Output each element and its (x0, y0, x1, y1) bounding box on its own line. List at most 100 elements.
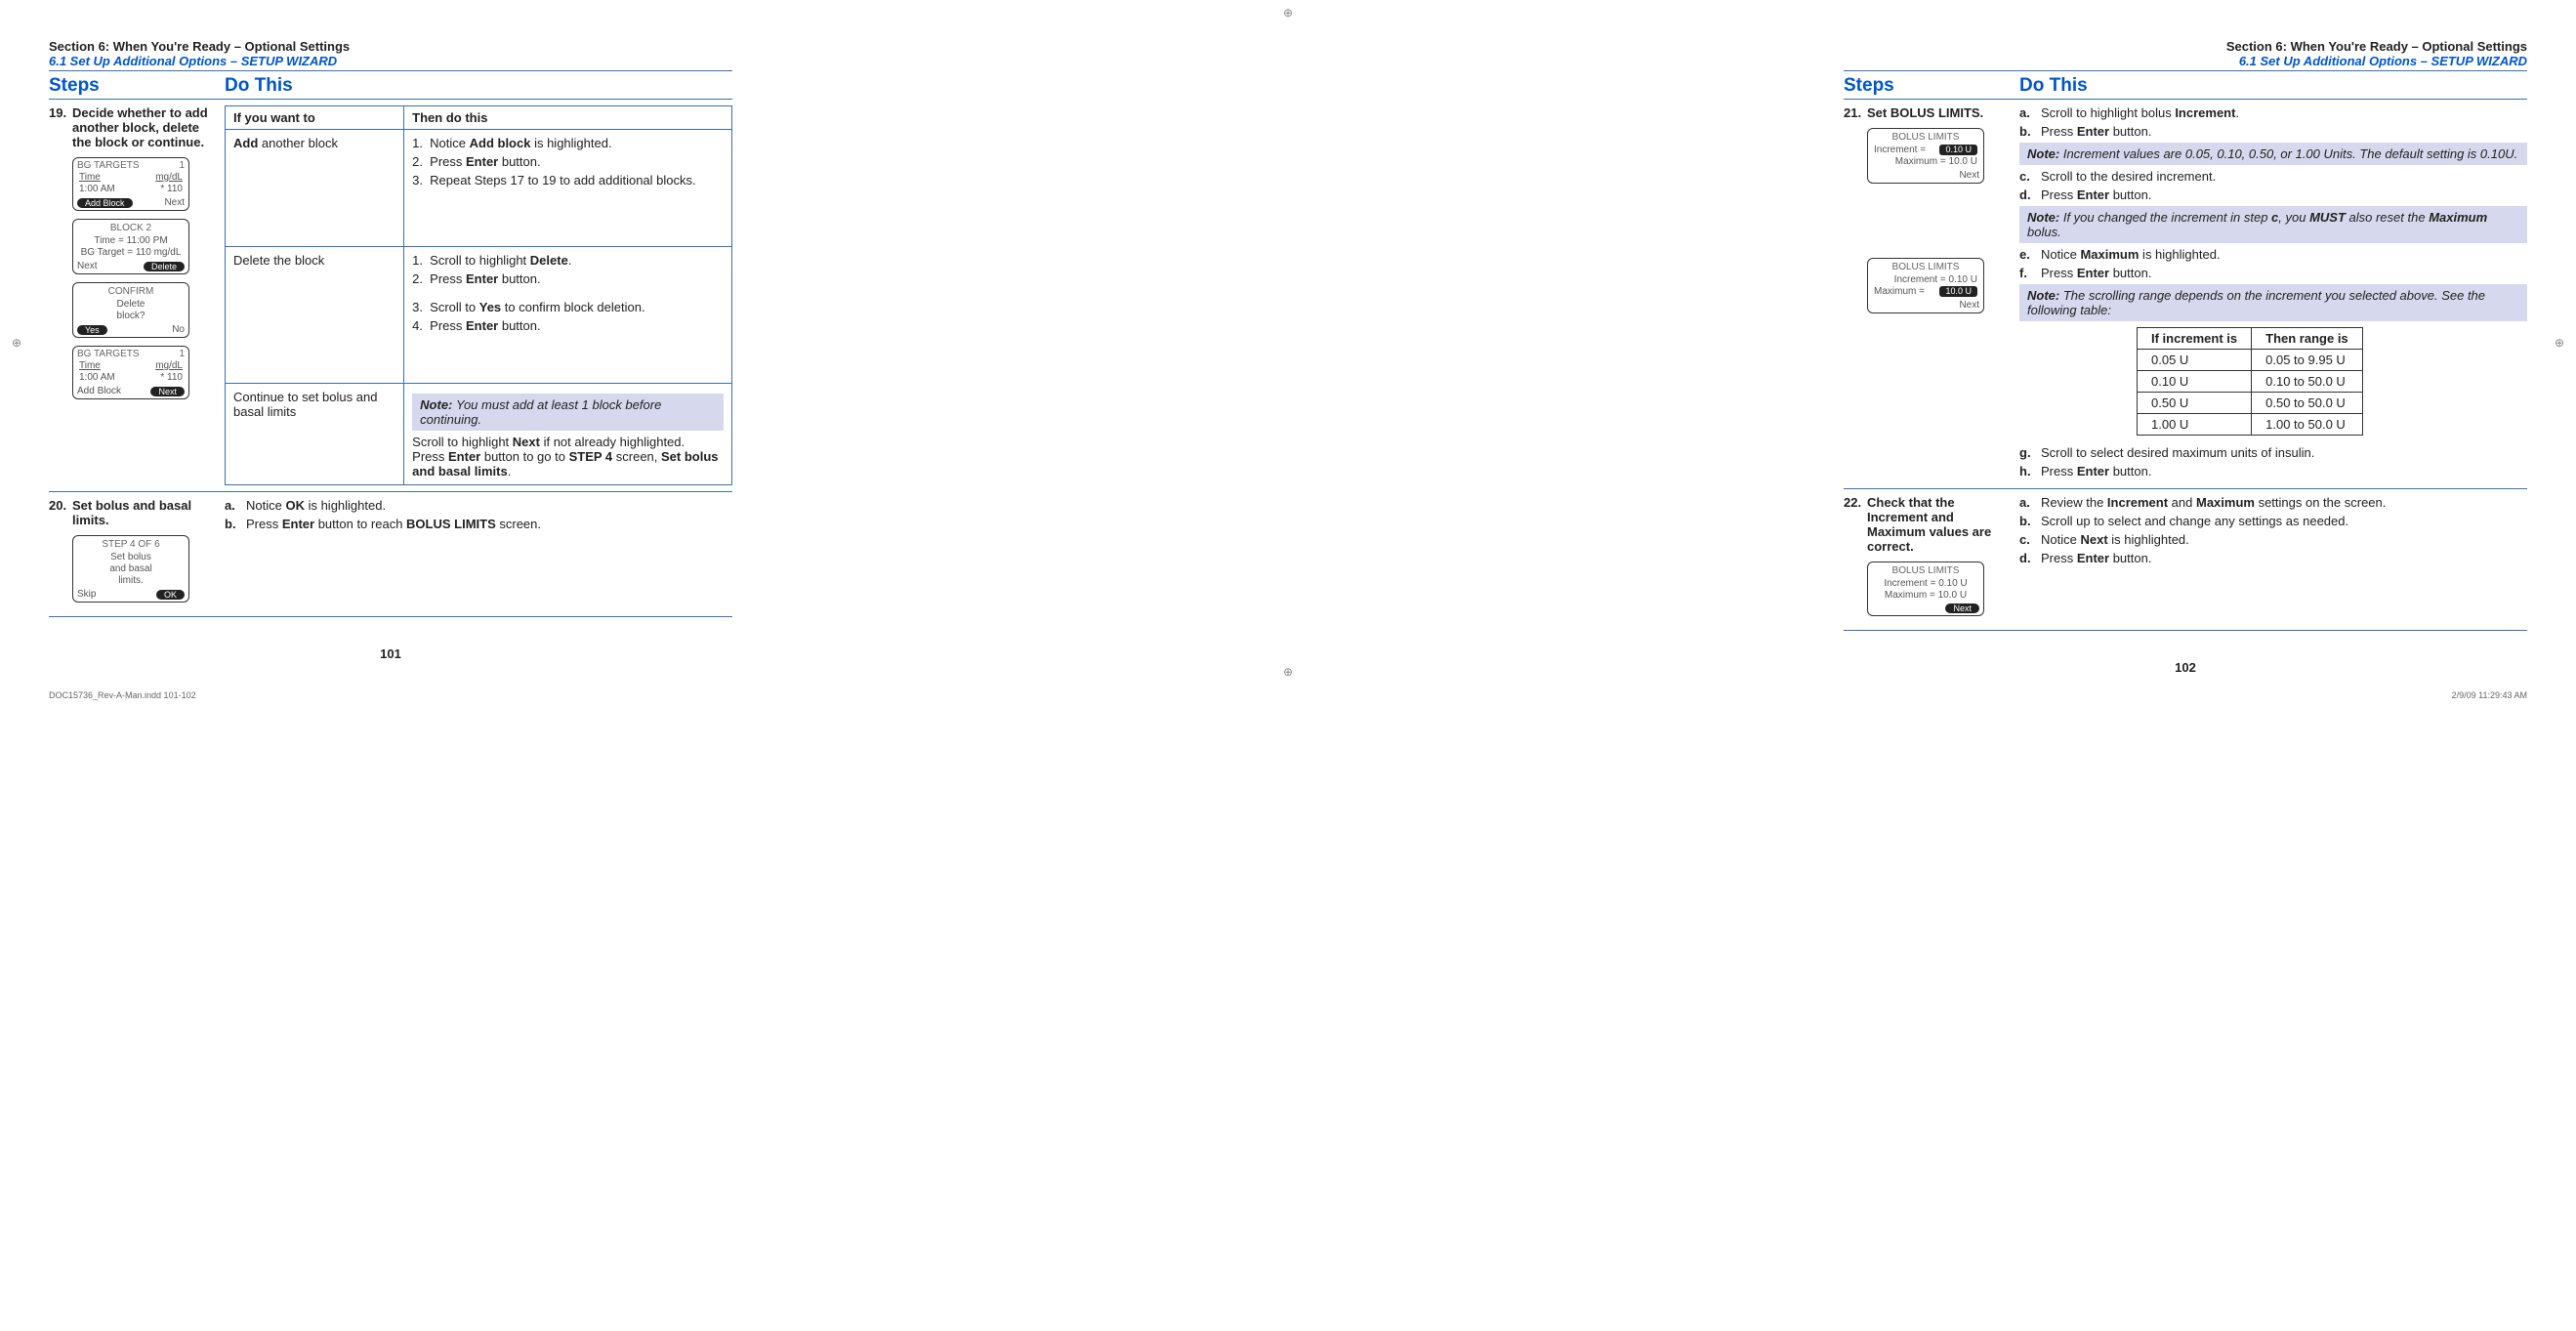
list-item: b.Press Enter button to reach BOLUS LIMI… (225, 517, 732, 531)
step-row: 19. Decide whether to add another block,… (49, 100, 732, 492)
step-text: Set bolus and basal limits. (72, 498, 215, 527)
step-text: Decide whether to add another block, del… (72, 105, 215, 149)
line: block? (73, 311, 188, 321)
list-item: b.Press Enter button. (2019, 124, 2527, 139)
device-screen-bolus-2: BOLUS LIMITS Increment = 0.10 U Maximum … (1867, 258, 1984, 313)
table-row: 0.50 U0.50 to 50.0 U (2138, 393, 2363, 414)
column-headers: Steps Do This (49, 75, 732, 100)
col-steps: Steps (1844, 75, 2019, 97)
page-102: Section 6: When You're Ready – Optional … (1844, 39, 2527, 675)
list-item: 1.Notice Add block is highlighted. (412, 136, 724, 150)
screen-page: 1 (179, 160, 185, 171)
step-row: 20. Set bolus and basal limits. STEP 4 O… (49, 492, 732, 617)
list-item: d.Press Enter button. (2019, 551, 2527, 565)
list-item: 4.Press Enter button. (412, 318, 724, 333)
device-screen-step4: STEP 4 OF 6 Set bolus and basal limits. … (72, 535, 189, 603)
td: 0.05 to 9.95 U (2252, 350, 2363, 371)
list-item: b.Scroll up to select and change any set… (2019, 514, 2527, 528)
line: Increment = (1874, 145, 1926, 155)
screen-page: 1 (179, 349, 185, 359)
td: 0.05 U (2138, 350, 2252, 371)
table-row: 1.00 U1.00 to 50.0 U (2138, 414, 2363, 436)
column-headers: Steps Do This (1844, 75, 2527, 100)
page-spread: ⊕ ⊕ ⊕ ⊕ Section 6: When You're Ready – O… (0, 0, 2576, 685)
line: Set bolus (73, 552, 188, 562)
screen-button: Add Block (77, 198, 133, 208)
th: Then do this (404, 106, 732, 130)
val: * 110 (160, 372, 183, 383)
screen-button: Next (77, 261, 98, 271)
list-item: a.Scroll to highlight bolus Increment. (2019, 105, 2527, 120)
list-item: f.Press Enter button. (2019, 266, 2527, 280)
list-item: h.Press Enter button. (2019, 464, 2527, 478)
td: 0.10 to 50.0 U (2252, 371, 2363, 393)
table-row: 0.05 U0.05 to 9.95 U (2138, 350, 2363, 371)
note: Note: You must add at least 1 block befo… (412, 394, 724, 431)
line: limits. (73, 575, 188, 586)
screen-button: OK (156, 590, 185, 600)
screen-title: BG TARGETS (77, 160, 140, 171)
para: Press Enter button to go to STEP 4 scree… (412, 449, 724, 478)
registration-mark-left: ⊕ (12, 336, 21, 350)
do-col: a.Scroll to highlight bolus Increment. b… (2019, 105, 2527, 482)
line: Maximum = 10.0 U (1895, 156, 1977, 167)
td: 0.50 U (2138, 393, 2252, 414)
device-screen-bolus-1: BOLUS LIMITS Increment =0.10 U Maximum =… (1867, 128, 1984, 184)
line: BG Target = 110 mg/dL (73, 247, 188, 258)
screen-title: BG TARGETS (77, 349, 140, 359)
list-item: g.Scroll to select desired maximum units… (2019, 445, 2527, 460)
steps-col: 19. Decide whether to add another block,… (49, 105, 225, 485)
note: Note: If you changed the increment in st… (2019, 206, 2527, 243)
list-item: 2.Press Enter button. (412, 271, 724, 286)
line: Increment = 0.10 U (1894, 274, 1977, 285)
col: Time (79, 172, 101, 183)
screen-button: Yes (77, 325, 107, 335)
step-row: 22. Check that the Increment and Maximum… (1844, 489, 2527, 631)
line: Maximum = (1874, 286, 1925, 297)
line: Maximum = 10.0 U (1868, 590, 1983, 601)
td: 0.50 to 50.0 U (2252, 393, 2363, 414)
list-item: d.Press Enter button. (2019, 187, 2527, 202)
steps-col: 21. Set BOLUS LIMITS. BOLUS LIMITS Incre… (1844, 105, 2019, 482)
th: Then range is (2252, 328, 2363, 350)
td: 0.10 U (2138, 371, 2252, 393)
screen-button: Next (1959, 300, 1979, 311)
registration-mark-right: ⊕ (2555, 336, 2564, 350)
screen-button: Skip (77, 589, 96, 600)
section-header: Section 6: When You're Ready – Optional … (49, 39, 732, 54)
screen-title: BOLUS LIMITS (1868, 564, 1983, 577)
list-item: c.Notice Next is highlighted. (2019, 532, 2527, 547)
list-item: 3.Repeat Steps 17 to 19 to add additiona… (412, 173, 724, 187)
section-subheader: 6.1 Set Up Additional Options – SETUP WI… (49, 54, 732, 68)
screen-title: BOLUS LIMITS (1868, 131, 1983, 144)
rule (49, 70, 732, 71)
td: Delete the block (226, 247, 404, 384)
para: Scroll to highlight Next if not already … (412, 435, 724, 449)
do-col: a.Review the Increment and Maximum setti… (2019, 495, 2527, 624)
device-screen-block2: BLOCK 2 Time = 11:00 PM BG Target = 110 … (72, 219, 189, 274)
screen-title: BOLUS LIMITS (1868, 261, 1983, 273)
col-do-this: Do This (225, 75, 732, 97)
device-screen-bg-targets-2: BG TARGETS1 Timemg/dL 1:00 AM* 110 Add B… (72, 346, 189, 399)
note: Note: Increment values are 0.05, 0.10, 0… (2019, 143, 2527, 165)
val: 1:00 AM (79, 372, 115, 383)
list-item: a.Review the Increment and Maximum setti… (2019, 495, 2527, 510)
page-number: 101 (49, 646, 732, 661)
line: and basal (73, 563, 188, 574)
list-item: c.Scroll to the desired increment. (2019, 169, 2527, 184)
screen-button: No (172, 324, 185, 335)
steps-col: 20. Set bolus and basal limits. STEP 4 O… (49, 498, 225, 610)
td: 1.00 to 50.0 U (2252, 414, 2363, 436)
screen-button: Next (150, 387, 185, 396)
step-text: Set BOLUS LIMITS. (1867, 105, 2010, 120)
td: 1.00 U (2138, 414, 2252, 436)
col: mg/dL (155, 172, 183, 183)
device-screen-confirm: CONFIRM Delete block? YesNo (72, 282, 189, 338)
list-item: 1.Scroll to highlight Delete. (412, 253, 724, 268)
screen-button: Next (164, 197, 185, 208)
footer-file: DOC15736_Rev-A-Man.indd 101-102 (49, 690, 196, 700)
line: Time = 11:00 PM (73, 235, 188, 246)
step-number: 19. (49, 105, 72, 120)
th: If increment is (2138, 328, 2252, 350)
registration-mark-top: ⊕ (1283, 6, 1293, 20)
